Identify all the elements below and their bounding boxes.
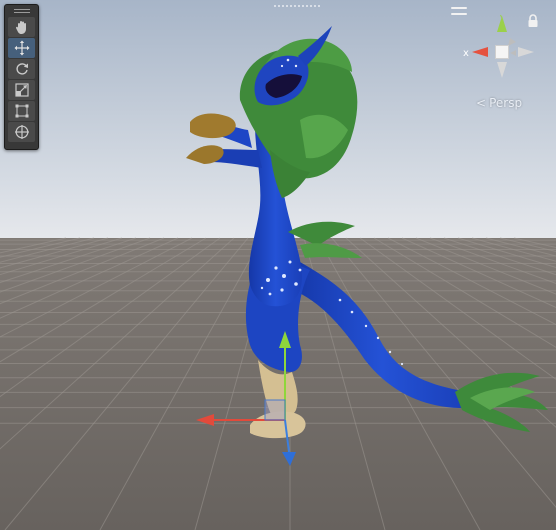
chevron-left-icon: < xyxy=(476,96,487,110)
character-hand-right xyxy=(190,113,236,139)
rotate-tool-button[interactable] xyxy=(8,59,35,79)
orientation-gizmo[interactable]: x xyxy=(458,12,548,88)
tools-overlay xyxy=(4,4,39,150)
projection-toggle[interactable]: < Persp xyxy=(476,96,522,110)
gizmo-neg-x-cone[interactable] xyxy=(510,50,516,56)
rect-tool-button[interactable] xyxy=(8,101,35,121)
hand-icon xyxy=(15,21,26,34)
transform-icon xyxy=(14,125,29,139)
move-tool-button[interactable] xyxy=(8,38,35,58)
scale-tool-button[interactable] xyxy=(8,80,35,100)
plane-handle[interactable] xyxy=(264,399,286,421)
transform-tool-button[interactable] xyxy=(8,122,35,142)
rotate-icon xyxy=(15,63,28,75)
tools-overlay-grip[interactable] xyxy=(5,5,38,17)
gizmo-x-axis-cone[interactable] xyxy=(472,47,488,57)
viewport-drag-handle[interactable] xyxy=(272,3,322,8)
gizmo-z-axis-cone[interactable] xyxy=(518,47,534,57)
projection-label: Persp xyxy=(489,96,523,110)
gizmo-neg-z-cone[interactable] xyxy=(508,38,516,46)
hand-tool-button[interactable] xyxy=(8,17,35,37)
gizmo-y-axis-cone[interactable] xyxy=(497,16,507,32)
gizmo-center-cube[interactable] xyxy=(495,45,509,59)
scene-viewport[interactable]: x < Persp xyxy=(0,0,556,530)
move-icon xyxy=(14,40,29,56)
scale-icon xyxy=(14,83,29,97)
gizmo-y-axis-label-line xyxy=(500,14,503,19)
gizmo-neg-y-cone[interactable] xyxy=(497,62,507,78)
gizmo-x-label: x xyxy=(463,48,469,59)
rect-transform-icon xyxy=(15,104,28,118)
